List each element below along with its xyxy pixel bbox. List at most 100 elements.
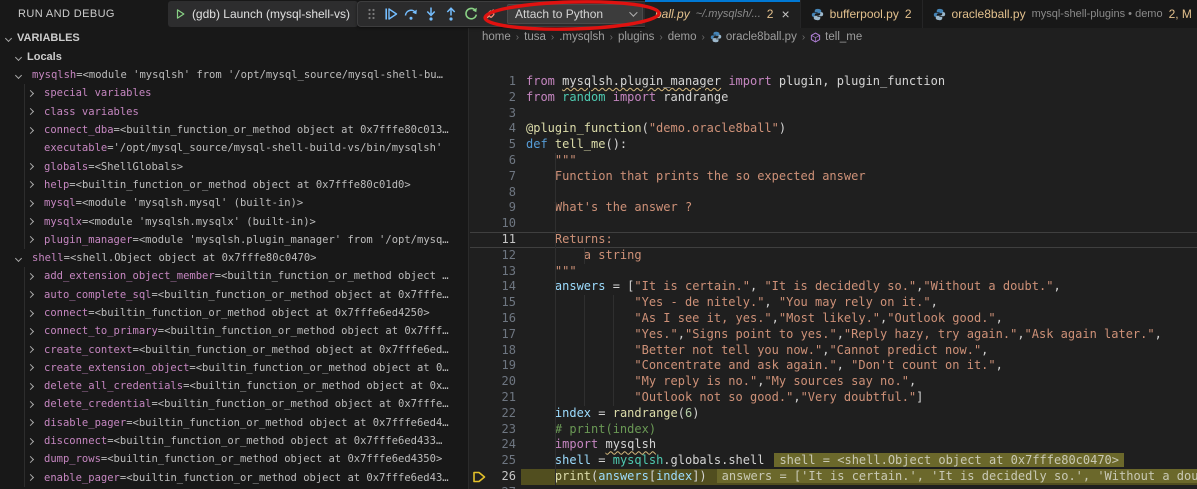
chevron-right-icon[interactable] <box>28 420 44 425</box>
variable-row-help[interactable]: help = <builtin_function_or_method objec… <box>0 176 468 194</box>
variable-row-executable[interactable]: executable = '/opt/mysql_source/mysql-sh… <box>0 139 468 157</box>
chevron-right-icon[interactable] <box>28 237 44 242</box>
tab-oracle8ball-plugins[interactable]: oracle8ball.py mysql-shell-plugins • dem… <box>923 0 1197 28</box>
code-line-6[interactable]: 6 """ <box>470 153 1197 169</box>
tab-bufferpool[interactable]: bufferpool.py 2 <box>801 0 923 28</box>
variable-row-enable_pager[interactable]: enable_pager = <builtin_function_or_meth… <box>0 469 468 487</box>
variable-row-connect_to_primary[interactable]: connect_to_primary = <builtin_function_o… <box>0 322 468 340</box>
code-line-4[interactable]: 4@plugin_function("demo.oracle8ball") <box>470 121 1197 137</box>
chevron-down-icon[interactable] <box>16 73 32 78</box>
start-debug-icon[interactable] <box>176 7 185 21</box>
chevron-right-icon[interactable] <box>28 91 44 96</box>
chevron-right-icon[interactable] <box>28 109 44 114</box>
launch-config-label: (gdb) Launch (mysql-shell-vs) <box>192 7 350 21</box>
variable-row-shell[interactable]: shell = <shell.Object object at 0x7fffe8… <box>0 249 468 267</box>
variable-row-delete_all_credentials[interactable]: delete_all_credentials = <builtin_functi… <box>0 377 468 395</box>
variable-row-mysqlsh[interactable]: mysqlsh = <module 'mysqlsh' from '/opt/m… <box>0 66 468 84</box>
breadcrumb-segment[interactable]: .mysqlsh <box>559 31 604 43</box>
code-line-10[interactable]: 10 <box>470 216 1197 232</box>
chevron-right-icon[interactable] <box>28 329 44 334</box>
code-line-7[interactable]: 7 Function that prints the so expected a… <box>470 169 1197 185</box>
code-line-3[interactable]: 3 <box>470 106 1197 122</box>
code-line-9[interactable]: 9 What's the answer ? <box>470 200 1197 216</box>
code-line-12[interactable]: 12 a string <box>470 248 1197 264</box>
code-line-26[interactable]: 26 print(answers[index])answers = ['It i… <box>470 469 1197 485</box>
step-into-button[interactable] <box>422 3 441 25</box>
chevron-right-icon[interactable] <box>28 457 44 462</box>
code-line-25[interactable]: 25 shell = mysqlsh.globals.shellshell = … <box>470 453 1197 469</box>
scope-locals[interactable]: Locals <box>0 48 468 66</box>
code-line-19[interactable]: 19 "Concentrate and ask again.", "Don't … <box>470 358 1197 374</box>
variable-row-create_context[interactable]: create_context = <builtin_function_or_me… <box>0 340 468 358</box>
toolbar-gripper[interactable] <box>362 3 381 25</box>
chevron-right-icon[interactable] <box>28 384 44 389</box>
tab-oracle8ball-mysqlsh[interactable]: ball.py ~/.mysqlsh/... 2 × <box>645 0 801 28</box>
breadcrumb-segment[interactable]: plugins <box>618 31 654 43</box>
variable-row-plugin_manager[interactable]: plugin_manager = <module 'mysqlsh.plugin… <box>0 231 468 249</box>
breadcrumb-segment[interactable]: demo <box>668 31 697 43</box>
variable-row-connect_dba[interactable]: connect_dba = <builtin_function_or_metho… <box>0 121 468 139</box>
variable-row-disable_pager[interactable]: disable_pager = <builtin_function_or_met… <box>0 414 468 432</box>
step-over-button[interactable] <box>402 3 421 25</box>
chevron-right-icon[interactable] <box>28 402 44 407</box>
variable-row-class-variables[interactable]: class variables <box>0 103 468 121</box>
code-line-5[interactable]: 5def tell_me(): <box>470 137 1197 153</box>
code-line-8[interactable]: 8 <box>470 185 1197 201</box>
code-line-22[interactable]: 22 index = randrange(6) <box>470 406 1197 422</box>
chevron-right-icon[interactable] <box>28 274 44 279</box>
code-line-1[interactable]: 1from mysqlsh.plugin_manager import plug… <box>470 74 1197 90</box>
continue-button[interactable] <box>382 3 401 25</box>
chevron-right-icon[interactable] <box>28 439 44 444</box>
variable-row-create_extension_object[interactable]: create_extension_object = <builtin_funct… <box>0 359 468 377</box>
continue-icon <box>383 6 399 22</box>
variable-row-mysqlx[interactable]: mysqlx = <module 'mysqlsh.mysqlx' (built… <box>0 212 468 230</box>
chevron-right-icon[interactable] <box>28 219 44 224</box>
breadcrumb-segment[interactable]: tusa <box>524 31 546 43</box>
disconnect-button[interactable] <box>481 3 500 25</box>
code-line-17[interactable]: 17 "Yes.","Signs point to yes.","Reply h… <box>470 327 1197 343</box>
chevron-right-icon[interactable] <box>28 201 44 206</box>
chevron-right-icon[interactable] <box>28 311 44 316</box>
variable-row-globals[interactable]: globals = <ShellGlobals> <box>0 157 468 175</box>
variable-row-add_extension_object_member[interactable]: add_extension_object_member = <builtin_f… <box>0 267 468 285</box>
chevron-right-icon[interactable] <box>28 365 44 370</box>
chevron-right-icon[interactable] <box>28 164 44 169</box>
variable-row-mysql[interactable]: mysql = <module 'mysqlsh.mysql' (built-i… <box>0 194 468 212</box>
variable-row-disconnect[interactable]: disconnect = <builtin_function_or_method… <box>0 432 468 450</box>
code-line-27[interactable]: 27 <box>470 485 1197 489</box>
breadcrumb-symbol[interactable]: tell_me <box>825 31 862 43</box>
close-icon[interactable]: × <box>781 6 789 22</box>
code-line-21[interactable]: 21 "Outlook not so good.","Very doubtful… <box>470 390 1197 406</box>
variable-row-dump_rows[interactable]: dump_rows = <builtin_function_or_method … <box>0 450 468 468</box>
code-lines[interactable]: 1from mysqlsh.plugin_manager import plug… <box>470 74 1197 489</box>
chevron-down-icon[interactable] <box>16 256 32 261</box>
code-line-13[interactable]: 13 """ <box>470 264 1197 280</box>
variables-section-header[interactable]: VARIABLES <box>0 28 468 48</box>
code-line-14[interactable]: 14 answers = ["It is certain.", "It is d… <box>470 279 1197 295</box>
variable-row-auto_complete_sql[interactable]: auto_complete_sql = <builtin_function_or… <box>0 286 468 304</box>
breadcrumb-segment[interactable]: home <box>482 31 511 43</box>
restart-button[interactable] <box>461 3 480 25</box>
code-line-18[interactable]: 18 "Better not tell you now.","Cannot pr… <box>470 343 1197 359</box>
step-out-button[interactable] <box>441 3 460 25</box>
indent-guide <box>555 358 556 374</box>
attach-to-python-dropdown[interactable]: Attach to Python <box>507 4 643 24</box>
code-line-24[interactable]: 24 import mysqlsh <box>470 437 1197 453</box>
code-line-20[interactable]: 20 "My reply is no.","My sources say no.… <box>470 374 1197 390</box>
breadcrumb-file[interactable]: oracle8ball.py <box>726 31 797 43</box>
launch-config-dropdown[interactable]: (gdb) Launch (mysql-shell-vs) <box>168 1 358 27</box>
code-line-23[interactable]: 23 # print(index) <box>470 422 1197 438</box>
code-line-16[interactable]: 16 "As I see it, yes.","Most likely.","O… <box>470 311 1197 327</box>
chevron-right-icon[interactable] <box>28 475 44 480</box>
code-line-11[interactable]: 11 Returns: <box>470 232 1197 248</box>
chevron-right-icon[interactable] <box>28 128 44 133</box>
chevron-right-icon[interactable] <box>28 347 44 352</box>
variable-row-special-variables[interactable]: special variables <box>0 84 468 102</box>
indent-guide <box>584 248 585 264</box>
variable-row-connect[interactable]: connect = <builtin_function_or_method ob… <box>0 304 468 322</box>
code-line-15[interactable]: 15 "Yes - de nitely.", "You may rely on … <box>470 295 1197 311</box>
variable-row-delete_credential[interactable]: delete_credential = <builtin_function_or… <box>0 395 468 413</box>
chevron-right-icon[interactable] <box>28 292 44 297</box>
chevron-right-icon[interactable] <box>28 182 44 187</box>
code-line-2[interactable]: 2from random import randrange <box>470 90 1197 106</box>
